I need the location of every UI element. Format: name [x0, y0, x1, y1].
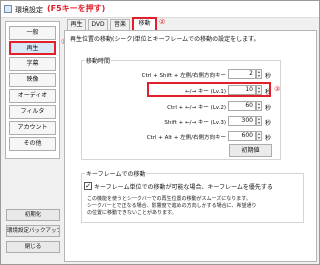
backup-settings-button[interactable]: 環境設定バックアップ [6, 225, 60, 237]
window-title: 環境設定 [15, 6, 43, 14]
category-list: 一般 再生 字幕 映像 オーディオ フィルタ アカウント その他 [5, 21, 60, 159]
close-button[interactable]: 閉じる [6, 241, 60, 253]
seek-input-ctrl-alt[interactable]: 600 [228, 131, 256, 141]
nav-item-playback[interactable]: 再生 [9, 41, 56, 55]
keyframe-priority-checkbox[interactable]: ✓ [84, 182, 92, 190]
tab-step-marker: ② [159, 18, 166, 26]
reset-default-button[interactable]: 初期値 [229, 144, 272, 157]
tab-music[interactable]: 音楽 [110, 19, 130, 30]
panel-description: 再生位置の移動(シーク)単位とキーフレームでの移動の設定をします。 [70, 36, 260, 43]
keyframe-note-line-1: この機能を使うとシークバーでの再生位置の移動がスムーズになります。 [87, 196, 251, 202]
unit-ctrl-alt: 秒 [265, 135, 272, 142]
keyframe-note-line-3: の位置に移動できないことがあります。 [87, 210, 177, 216]
row-label-ctrl-alt: Ctrl + Alt + 左側/右側方向キー [146, 135, 226, 141]
nav-item-filter[interactable]: フィルタ [9, 105, 56, 119]
unit-lv2: 秒 [265, 105, 272, 112]
spin-ctrl-alt[interactable] [256, 131, 262, 141]
tab-move[interactable]: 移動 [132, 17, 157, 30]
seek-input-lv3[interactable]: 300 [228, 116, 256, 126]
move-time-group-label: 移動時間 [85, 56, 112, 65]
nav-item-account[interactable]: アカウント [9, 121, 56, 135]
unit-ctrl-shift: 秒 [265, 73, 272, 80]
tab-dvd[interactable]: DVD [88, 19, 108, 30]
nav-item-general[interactable]: 一般 [9, 26, 56, 40]
unit-lv3: 秒 [265, 120, 272, 127]
nav-item-subtitles[interactable]: 字幕 [9, 57, 56, 71]
spin-lv2[interactable] [256, 101, 262, 111]
app-icon [4, 5, 12, 13]
title-annotation: (F5キーを押す) [47, 4, 106, 13]
keyframe-note-line-2: シークバーとで正なる場合、影響度で進めの方向しかする場合に、希望通り [87, 203, 257, 209]
seek-input-lv2[interactable]: 60 [228, 101, 256, 111]
lv1-highlight-box [147, 82, 271, 97]
tab-playback[interactable]: 再生 [67, 19, 86, 30]
spin-lv3[interactable] [256, 116, 262, 126]
initialize-button[interactable]: 初期化 [6, 209, 60, 221]
title-bar: 環境設定 (F5キーを押す) [1, 1, 319, 18]
nav-item-other[interactable]: その他 [9, 137, 56, 151]
preferences-window: 環境設定 (F5キーを押す) 一般 再生 字幕 映像 オーディオ フィルタ アカ… [0, 0, 320, 265]
spin-ctrl-shift[interactable] [256, 69, 262, 79]
nav-item-video[interactable]: 映像 [9, 73, 56, 87]
keyframe-priority-label: キーフレーム単位での移動が可能な場合、キーフレームを優先する [94, 184, 273, 191]
row-label-lv2: Ctrl + ←/→ キー (Lv.2) [167, 105, 226, 111]
nav-item-audio[interactable]: オーディオ [9, 89, 56, 103]
row-label-ctrl-shift: Ctrl + Shift + 左側/右側方向キー [141, 73, 226, 79]
keyframe-group-label: キーフレームでの移動 [85, 169, 147, 178]
row-label-lv3: Shift + ←/→ キー (Lv.3) [164, 120, 226, 126]
row-step-marker: ③ [274, 85, 281, 93]
seek-input-ctrl-shift[interactable]: 2 [228, 69, 256, 79]
